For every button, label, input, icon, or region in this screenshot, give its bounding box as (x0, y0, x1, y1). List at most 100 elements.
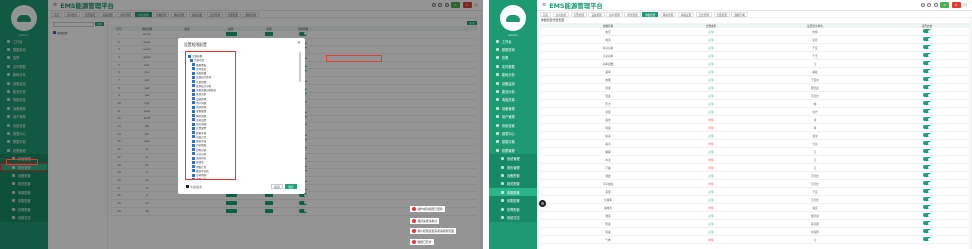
checkbox-icon[interactable] (192, 105, 195, 109)
sidebar-item[interactable]: 设备管理 (489, 104, 537, 112)
checkbox-icon[interactable] (192, 67, 195, 71)
tab[interactable]: 用户管理 (606, 11, 623, 17)
tab[interactable]: 首页 (540, 11, 552, 17)
select-all-checkbox[interactable] (186, 185, 189, 188)
checkbox-icon[interactable] (192, 114, 195, 118)
checkbox-icon[interactable] (188, 54, 191, 58)
checkbox-icon[interactable] (192, 101, 195, 105)
checkbox-icon[interactable] (192, 165, 195, 169)
sidebar-item[interactable]: 采集配置 (489, 196, 537, 205)
tree-item[interactable]: 需量分析 (188, 177, 233, 179)
sidebar-item[interactable]: 网关配置 (489, 179, 537, 189)
checkbox-icon[interactable] (192, 126, 195, 130)
sidebar-item[interactable]: 系统管理 (489, 154, 537, 163)
sidebar-item[interactable]: 告警配置 (489, 204, 537, 214)
sidebar-item[interactable]: 实时数据 (489, 62, 537, 70)
enable-toggle[interactable] (923, 213, 931, 217)
sidebar-item[interactable]: 数据字典 (489, 138, 537, 146)
checkbox-icon[interactable] (192, 109, 195, 113)
tab[interactable]: 网关管理 (659, 11, 677, 17)
enable-toggle[interactable] (923, 125, 931, 129)
enable-toggle[interactable] (923, 149, 931, 153)
sidebar-item[interactable]: 能耗分析 (489, 71, 537, 79)
checkbox-icon[interactable] (192, 97, 195, 101)
sidebar-item[interactable]: 用户管理 (489, 113, 537, 121)
checkbox-icon[interactable] (192, 177, 195, 179)
sidebar-item[interactable]: 参数配置 (489, 188, 537, 197)
sidebar-item[interactable]: 角色管理 (489, 162, 537, 172)
tab[interactable]: 系统设置 (677, 11, 695, 17)
tree-scrollbar[interactable] (299, 52, 301, 82)
checkbox-icon[interactable] (192, 122, 195, 126)
checkbox-icon[interactable] (192, 88, 195, 92)
search-icon[interactable] (920, 3, 925, 7)
tab[interactable]: 告警配置 (713, 11, 730, 17)
enable-toggle[interactable] (923, 189, 931, 193)
sidebar-item[interactable]: 设备监测 (489, 79, 537, 87)
checkbox-icon[interactable] (192, 169, 195, 173)
sidebar-item[interactable]: 告警 (489, 54, 537, 62)
enable-toggle[interactable] (923, 77, 931, 81)
enable-toggle[interactable] (923, 133, 931, 137)
tab[interactable]: 实时监控 (552, 11, 570, 17)
enable-toggle[interactable] (923, 93, 931, 97)
sidebar-item[interactable]: 数据查询 (489, 45, 537, 53)
enable-toggle[interactable] (923, 165, 931, 169)
tab[interactable]: 告警管理 (570, 11, 587, 17)
tab[interactable]: 日志管理 (695, 11, 713, 17)
sidebar-item[interactable]: 能流分析 (489, 87, 537, 95)
enable-toggle[interactable] (923, 117, 931, 121)
checkbox-icon[interactable] (192, 135, 195, 139)
checkbox-icon[interactable] (192, 80, 195, 84)
enable-toggle[interactable] (923, 229, 931, 233)
tab[interactable]: 角色管理 (624, 11, 641, 17)
checkbox-icon[interactable] (192, 92, 195, 96)
sidebar-item[interactable]: 报表中心 (489, 129, 537, 137)
enable-toggle[interactable] (923, 29, 931, 33)
badge-red[interactable]: 0 (951, 2, 961, 8)
checkbox-icon[interactable] (192, 156, 195, 160)
sidebar-item[interactable]: 系统日志 (489, 213, 537, 222)
enable-toggle[interactable] (923, 237, 931, 241)
menu-toggle-icon[interactable]: ≡ (542, 2, 546, 8)
confirm-button[interactable]: 确定 (285, 184, 297, 189)
badge-green[interactable]: 0 (940, 2, 949, 8)
enable-toggle[interactable] (923, 85, 931, 89)
checkbox-icon[interactable] (192, 148, 195, 152)
enable-toggle[interactable] (923, 45, 931, 49)
enable-toggle[interactable] (923, 109, 931, 113)
sidebar-item[interactable]: 设备配置 (489, 171, 537, 180)
enable-toggle[interactable] (923, 141, 931, 145)
avatar[interactable] (963, 3, 967, 7)
enable-toggle[interactable] (923, 37, 931, 41)
checkbox-icon[interactable] (192, 63, 195, 67)
sidebar-item[interactable]: 电能质量 (489, 96, 537, 104)
settings-fab-icon[interactable]: ⚙ (539, 200, 546, 207)
enable-toggle[interactable] (923, 221, 931, 225)
enable-toggle[interactable] (923, 205, 931, 209)
enable-toggle[interactable] (923, 181, 931, 185)
fullscreen-icon[interactable] (933, 3, 938, 7)
checkbox-icon[interactable] (192, 71, 195, 75)
checkbox-icon[interactable] (192, 84, 195, 88)
enable-toggle[interactable] (923, 69, 931, 73)
checkbox-icon[interactable] (192, 118, 195, 122)
enable-toggle[interactable] (923, 61, 931, 65)
zoom-icon[interactable] (927, 3, 931, 7)
cancel-button[interactable]: 取消 (271, 184, 283, 189)
sidebar-item[interactable]: 系统设置 (489, 121, 537, 129)
checkbox-icon[interactable] (192, 75, 195, 79)
close-icon[interactable]: × (297, 40, 301, 46)
checkbox-icon[interactable] (192, 139, 195, 143)
tab[interactable]: 参数配置 (642, 11, 659, 17)
tab[interactable]: 设备管理 (588, 11, 605, 17)
checkbox-icon[interactable] (190, 58, 193, 62)
enable-toggle[interactable] (923, 157, 931, 161)
enable-toggle[interactable] (923, 101, 931, 105)
checkbox-icon[interactable] (192, 131, 195, 135)
enable-toggle[interactable] (923, 53, 931, 57)
checkbox-icon[interactable] (192, 160, 195, 164)
sidebar-item[interactable]: 权限管理 (489, 146, 537, 154)
checkbox-icon[interactable] (192, 173, 195, 177)
checkbox-icon[interactable] (192, 152, 195, 156)
